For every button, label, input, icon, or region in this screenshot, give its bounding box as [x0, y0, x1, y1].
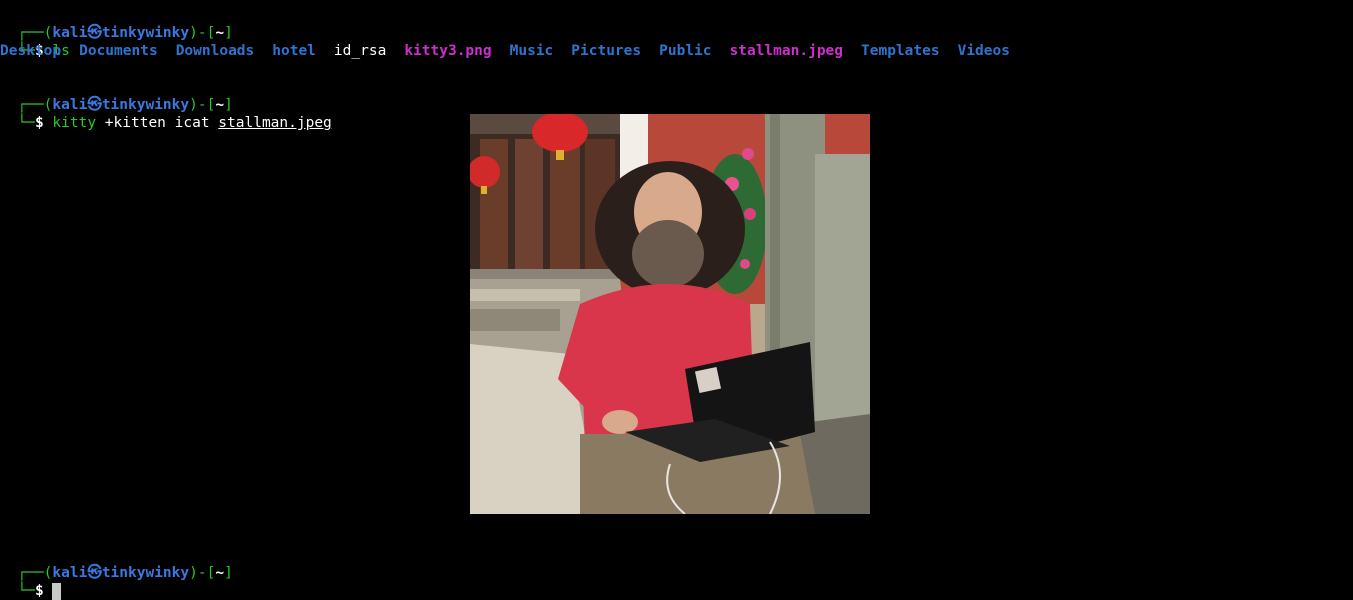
ls-entry-dir: hotel [272, 43, 316, 59]
prompt-close: ] [224, 25, 233, 41]
prompt-line-3: ┌──(kali㉿tinkywinky)-[~] [0, 546, 232, 581]
ls-entry-dir: Templates [861, 43, 940, 59]
command-line-2: └─$ kitty +kitten icat stallman.jpeg [0, 96, 331, 131]
ls-output: Desktop Documents Downloads hotel id_rsa kitt… [0, 42, 1028, 60]
prompt-at: ㉿ [87, 25, 102, 41]
prompt-host: tinkywinky [101, 25, 190, 41]
ls-entry-image: stallman.jpeg [729, 43, 844, 59]
ls-entry-dir: Downloads [175, 43, 255, 59]
ls-entry-file: id_rsa [333, 43, 387, 59]
terminal-cursor[interactable] [52, 583, 62, 600]
command-line-1: └─$ ls [0, 24, 69, 59]
ls-entry-image: kitty3.png [404, 43, 492, 59]
displayed-image [470, 114, 870, 514]
prompt-at: ㉿ [87, 565, 102, 581]
prompt-mid: )-[ [189, 25, 216, 41]
prompt-symbol: $ [34, 115, 44, 131]
ls-entry-dir: Videos [957, 43, 1010, 59]
ls-entry-dir: Pictures [571, 43, 642, 59]
command-file-arg: stallman.jpeg [218, 115, 332, 131]
prompt-close: ] [224, 565, 233, 581]
prompt-mid: )-[ [189, 565, 216, 581]
ls-entry-dir: Desktop [0, 43, 62, 59]
ls-entry-dir: Music [509, 43, 554, 59]
ls-entry-dir: Public [659, 43, 712, 59]
photo-illustration [470, 114, 870, 514]
prompt-line-2: ┌──(kali㉿tinkywinky)-[~] [0, 78, 232, 113]
prompt-path: ~ [215, 565, 225, 581]
command-line-3[interactable]: └─$ [0, 564, 62, 600]
ls-entry-dir: Documents [79, 43, 158, 59]
prompt-line-1: ┌──(kali㉿tinkywinky)-[~] [0, 6, 232, 41]
command-program: kitty [52, 115, 97, 131]
prompt-path: ~ [215, 25, 225, 41]
prompt-line2: └─ [17, 115, 35, 131]
prompt-host: tinkywinky [101, 565, 190, 581]
command-args: +kitten icat [104, 115, 210, 131]
